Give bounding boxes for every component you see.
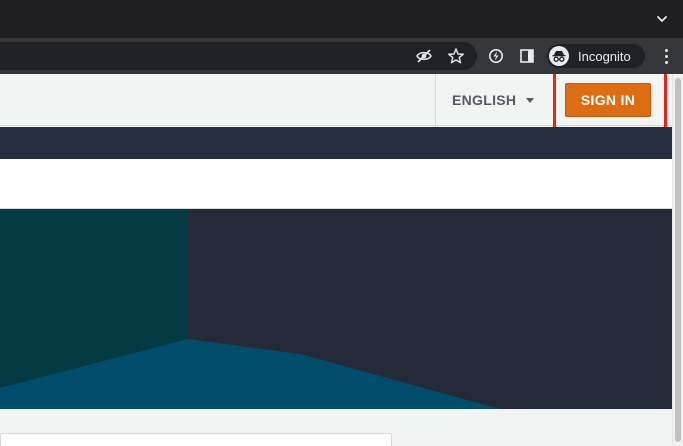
web-page: ENGLISH SIGN IN (0, 74, 672, 446)
eye-off-icon[interactable] (414, 46, 434, 66)
nav-strip (0, 127, 672, 159)
address-bar[interactable] (0, 42, 477, 70)
header-divider (435, 74, 436, 126)
hero-banner (0, 209, 672, 409)
more-vert-icon[interactable] (656, 46, 676, 66)
chevron-down-icon[interactable] (655, 12, 669, 26)
caret-down-icon (526, 98, 535, 103)
site-header: ENGLISH SIGN IN (0, 74, 672, 132)
sub-header-bar (0, 159, 672, 209)
language-selector[interactable]: ENGLISH (452, 92, 535, 108)
incognito-label: Incognito (578, 48, 631, 64)
page-scrollbar[interactable] (672, 74, 683, 446)
side-panel-icon[interactable] (517, 46, 537, 66)
incognito-profile-button[interactable]: Incognito (547, 44, 645, 68)
browser-tab-bar (0, 0, 683, 38)
incognito-icon (549, 46, 569, 66)
scrollbar-thumb[interactable] (675, 78, 681, 442)
content-card (0, 433, 392, 446)
browser-toolbar: Incognito (0, 38, 683, 74)
language-label: ENGLISH (452, 92, 517, 108)
extension-icon[interactable] (486, 46, 506, 66)
sign-in-button[interactable]: SIGN IN (565, 83, 651, 117)
star-icon[interactable] (446, 46, 466, 66)
